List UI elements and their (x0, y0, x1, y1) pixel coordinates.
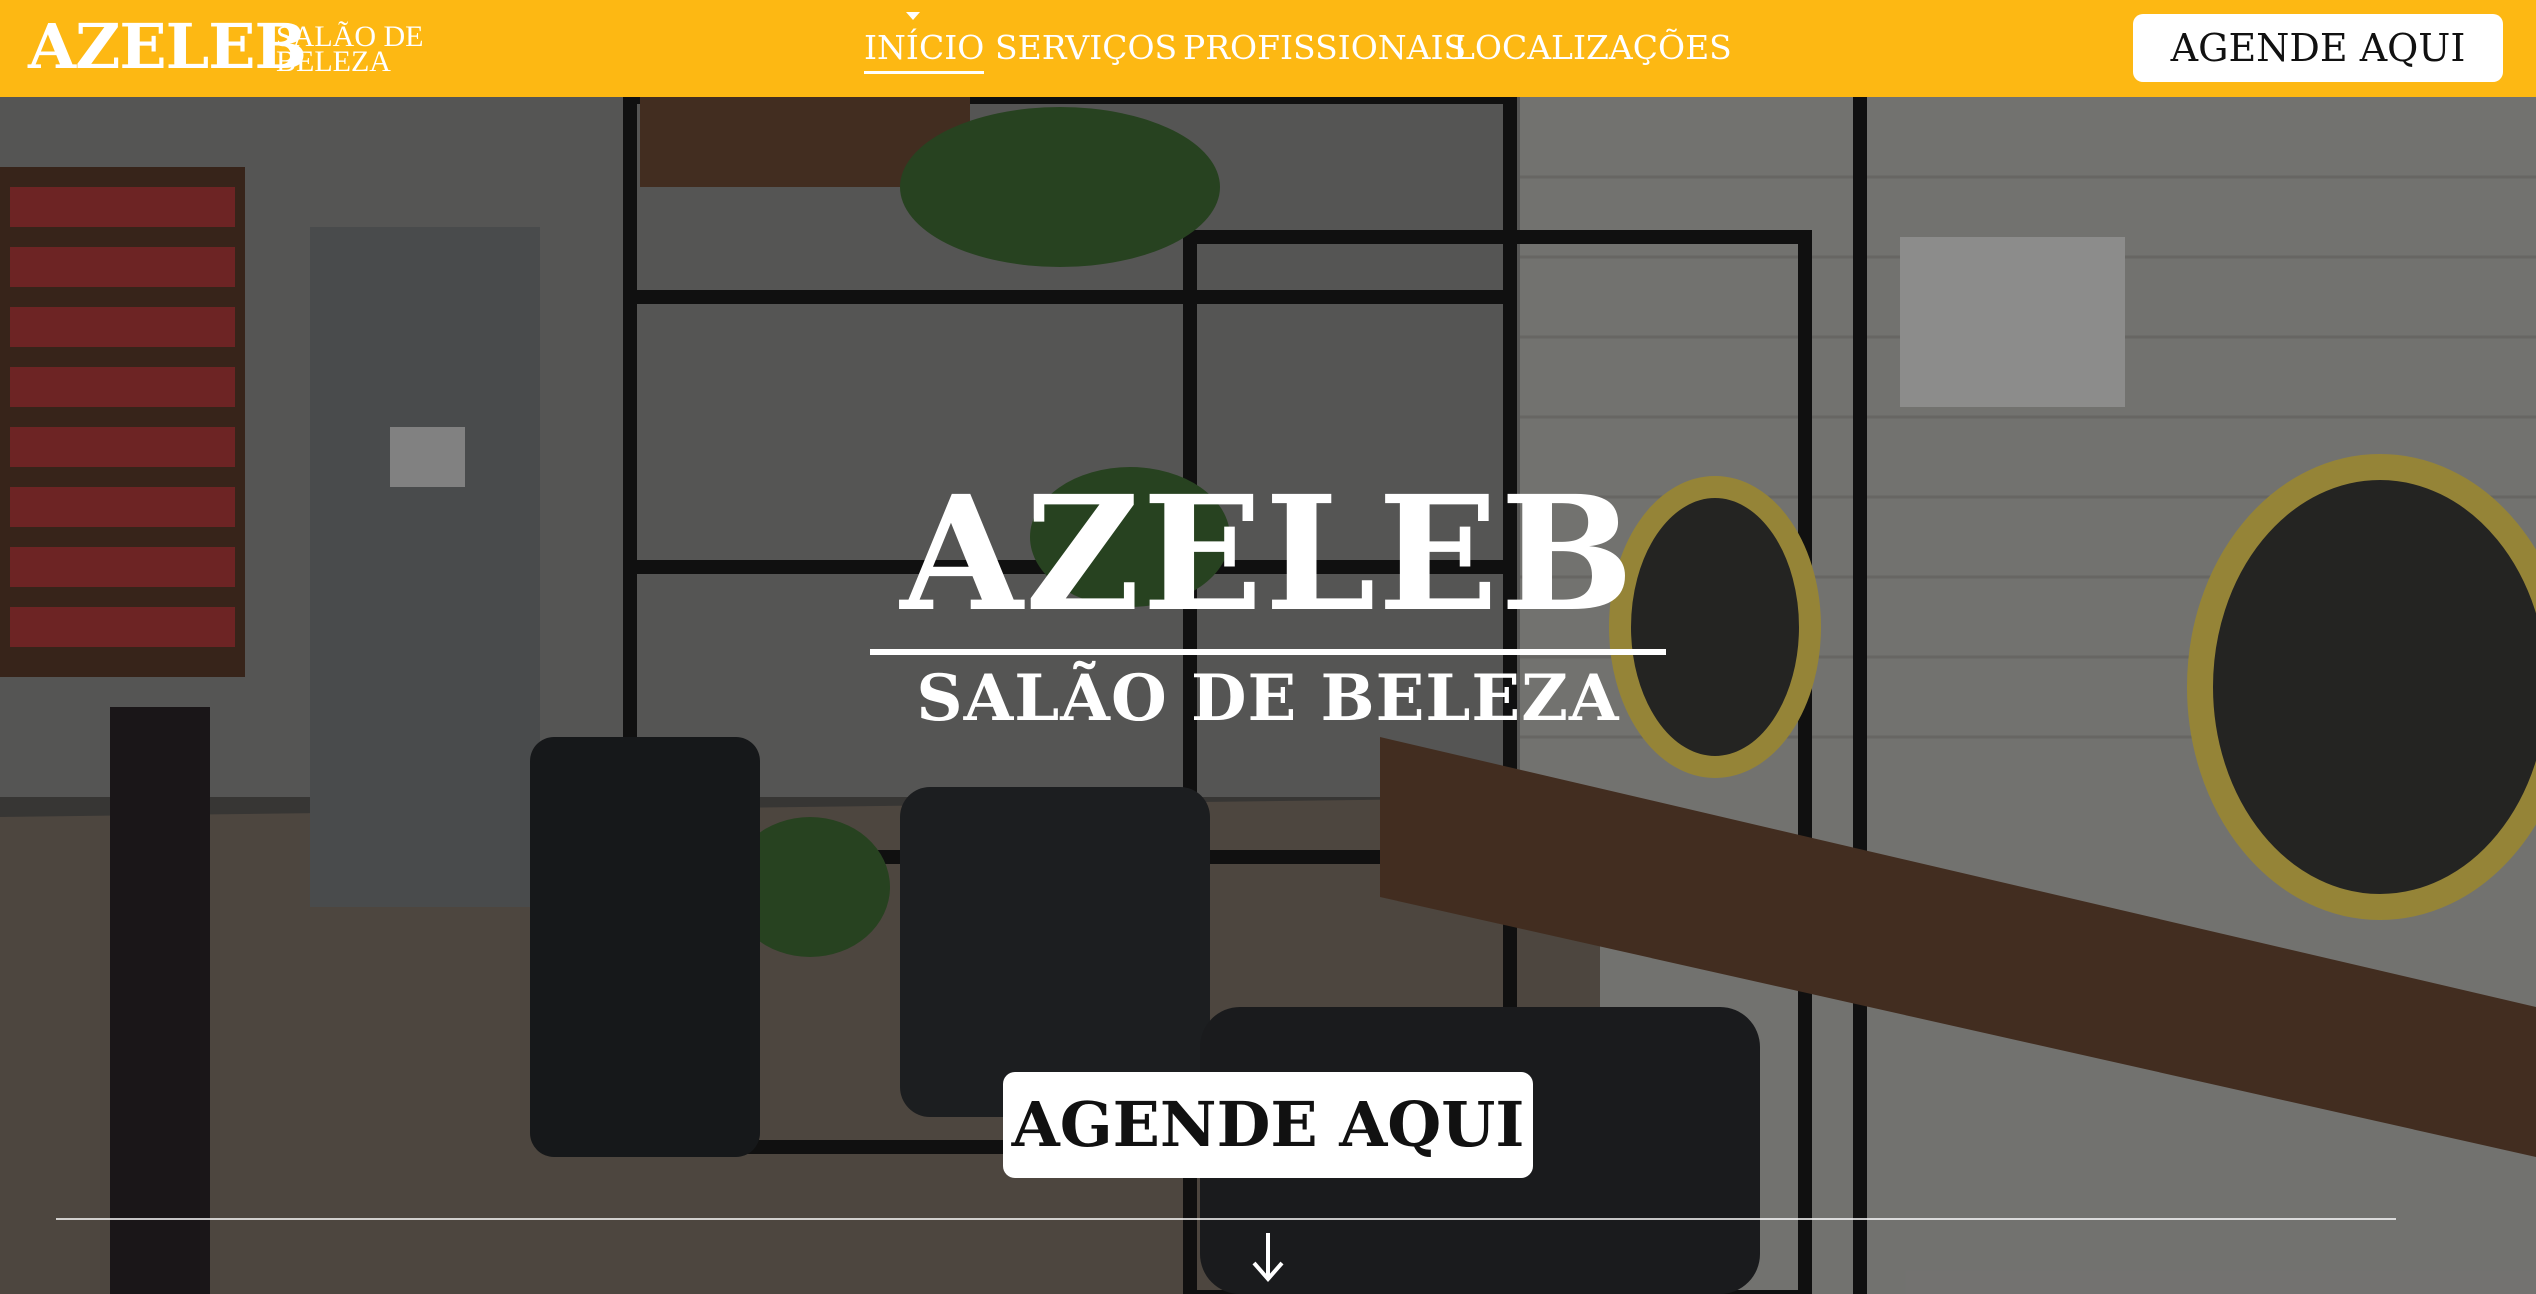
hero-title: AZELEB (900, 462, 1636, 647)
nav-item-profissionais[interactable]: PROFISSIONAIS (1183, 26, 1466, 70)
site-header: AZELEB SALÃO DE BELEZA INÍCIO SERVIÇOS P… (0, 0, 2536, 97)
hero-book-button[interactable]: AGENDE AQUI (1003, 1072, 1533, 1178)
logo-tagline: SALÃO DE BELEZA (276, 22, 424, 77)
hero-divider (870, 649, 1666, 655)
hero-bottom-divider (56, 1218, 2396, 1220)
nav-item-servicos[interactable]: SERVIÇOS (995, 26, 1177, 70)
active-nav-indicator-icon (906, 12, 920, 20)
hero-subtitle: SALÃO DE BELEZA (916, 661, 1620, 736)
logo-wordmark: AZELEB (28, 10, 307, 83)
nav-item-localizacoes[interactable]: LOCALIZAÇÕES (1453, 26, 1732, 70)
nav-item-inicio[interactable]: INÍCIO (864, 26, 985, 74)
header-book-button[interactable]: AGENDE AQUI (2133, 14, 2503, 82)
arrow-down-icon[interactable] (1248, 1227, 1288, 1287)
hero-section: AZELEB SALÃO DE BELEZA AGENDE AQUI (0, 97, 2536, 1294)
